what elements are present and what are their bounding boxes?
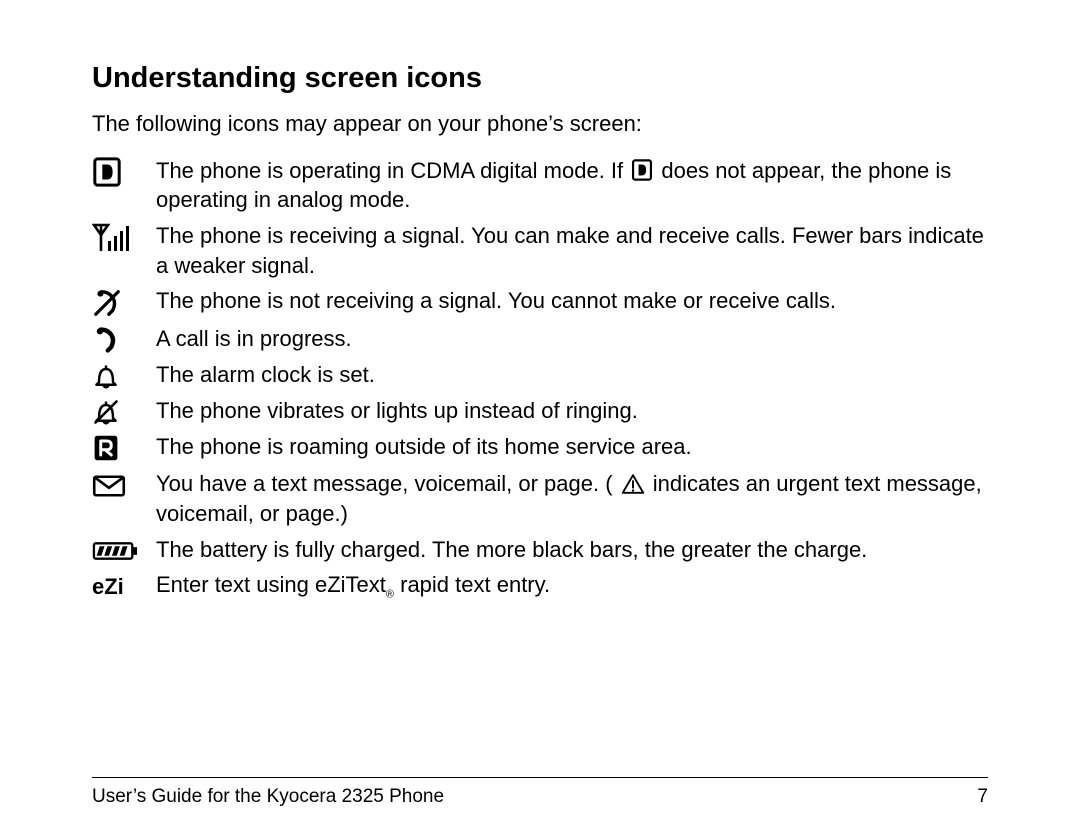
battery-icon — [92, 540, 138, 562]
table-row: eZi Enter text using eZiText® rapid text… — [92, 567, 988, 605]
section-heading: Understanding screen icons — [92, 62, 988, 95]
intro-paragraph: The following icons may appear on your p… — [92, 109, 988, 139]
icon-description: You have a text message, voicemail, or p… — [156, 466, 988, 531]
icon-description: The battery is fully charged. The more b… — [156, 532, 988, 568]
registered-mark: ® — [386, 589, 394, 601]
icon-description: The phone is receiving a signal. You can… — [156, 218, 988, 283]
manual-page: Understanding screen icons The following… — [0, 0, 1080, 834]
urgent-icon — [621, 473, 645, 495]
table-row: The phone is roaming outside of its home… — [92, 429, 988, 466]
digital-mode-icon — [92, 156, 122, 188]
table-row: The battery is fully charged. The more b… — [92, 532, 988, 568]
table-row: The phone is receiving a signal. You can… — [92, 218, 988, 283]
icon-description: A call is in progress. — [156, 321, 988, 357]
icon-description: The alarm clock is set. — [156, 357, 988, 393]
table-row: The alarm clock is set. — [92, 357, 988, 393]
table-row: The phone is operating in CDMA digital m… — [92, 153, 988, 218]
table-row: A call is in progress. — [92, 321, 988, 357]
icon-description-table: The phone is operating in CDMA digital m… — [92, 153, 988, 606]
page-footer: User’s Guide for the Kyocera 2325 Phone … — [92, 777, 988, 808]
page-number: 7 — [977, 786, 988, 808]
icon-description: The phone is not receiving a signal. You… — [156, 283, 988, 320]
icon-description: The phone is operating in CDMA digital m… — [156, 153, 988, 218]
icon-description: Enter text using eZiText® rapid text ent… — [156, 567, 988, 605]
no-signal-icon — [92, 288, 122, 318]
table-row: The phone is not receiving a signal. You… — [92, 283, 988, 320]
roaming-icon — [92, 433, 120, 463]
digital-mode-icon — [631, 158, 653, 182]
footer-title: User’s Guide for the Kyocera 2325 Phone — [92, 786, 444, 808]
alarm-icon — [92, 362, 120, 390]
ezi-icon: eZi — [92, 572, 124, 602]
icon-description: The phone is roaming outside of its home… — [156, 429, 988, 466]
message-icon — [92, 474, 126, 498]
icon-description: The phone vibrates or lights up instead … — [156, 393, 988, 429]
table-row: The phone vibrates or lights up instead … — [92, 393, 988, 429]
signal-bars-icon — [92, 221, 132, 253]
call-in-progress-icon — [92, 326, 120, 354]
table-row: You have a text message, voicemail, or p… — [92, 466, 988, 531]
vibrate-icon — [92, 398, 120, 426]
footer-rule — [92, 777, 988, 778]
